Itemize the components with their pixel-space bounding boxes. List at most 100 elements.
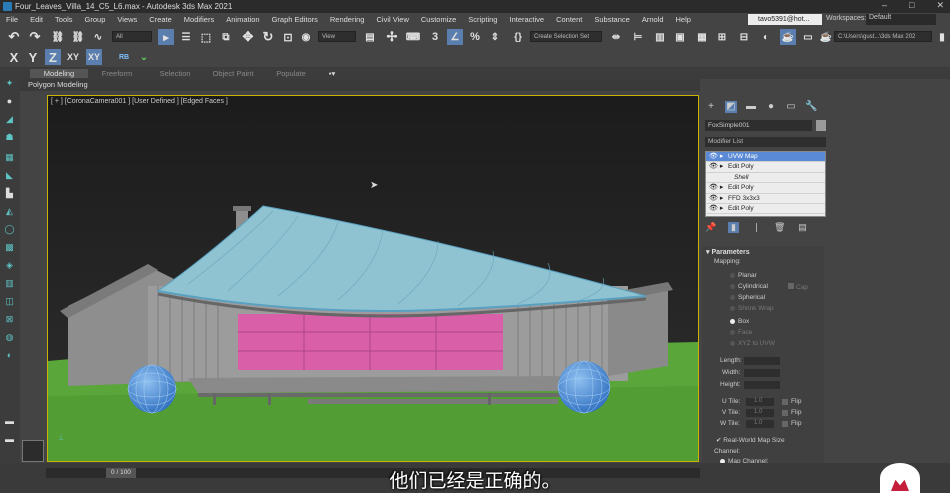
eye-icon[interactable]: 👁 ▸ bbox=[709, 194, 723, 204]
menu-content[interactable]: Content bbox=[550, 15, 588, 24]
project-path-field[interactable]: C:\Users\gust...\3ds Max 202 bbox=[834, 31, 932, 42]
show-end-result-icon[interactable]: ▮ bbox=[728, 222, 739, 233]
cap-checkbox[interactable]: Cap bbox=[788, 283, 808, 291]
keyboard-shortcut-icon[interactable]: ⌨ bbox=[405, 29, 421, 45]
link-icon[interactable]: ⛓ bbox=[50, 29, 66, 45]
toggle-ribbon-icon[interactable]: ▦ bbox=[694, 29, 710, 45]
scale-icon[interactable]: ⊡ bbox=[280, 29, 296, 45]
point-icon[interactable]: ● bbox=[4, 96, 15, 106]
render-setup-icon[interactable]: ☕ bbox=[780, 29, 796, 45]
real-world-map-size-checkbox[interactable]: ✔ Real-World Map Size bbox=[716, 436, 785, 444]
motion-tab-icon[interactable]: ● bbox=[765, 101, 777, 113]
grow-icon[interactable]: ▥ bbox=[4, 278, 15, 288]
close-button[interactable]: ✕ bbox=[936, 0, 944, 11]
curve-editor-icon[interactable]: ⊞ bbox=[714, 29, 730, 45]
workspace-dropdown[interactable]: Default bbox=[866, 14, 936, 25]
viewport[interactable]: [ + ] [CoronaCamera001 ] [User Defined ]… bbox=[47, 95, 699, 462]
relax-icon[interactable]: ◐ bbox=[4, 350, 15, 360]
paint-select-icon[interactable]: ◍ bbox=[4, 332, 15, 342]
stack-item-edit-poly[interactable]: 👁 ▸ Edit Poly bbox=[706, 204, 825, 215]
eye-icon[interactable]: 👁 ▸ bbox=[709, 204, 723, 214]
select-loop-icon[interactable]: ▩ bbox=[4, 242, 15, 252]
schematic-view-icon[interactable]: ⊟ bbox=[736, 29, 752, 45]
configure-modifier-sets-icon[interactable]: ▤ bbox=[797, 222, 808, 233]
length-spinner[interactable] bbox=[744, 357, 780, 365]
align-icon[interactable]: ⊨ bbox=[630, 29, 646, 45]
spinner-snap-icon[interactable]: ⇕ bbox=[487, 29, 503, 45]
window-crossing-icon[interactable]: ⧉ bbox=[218, 29, 234, 45]
radio-shrink-wrap[interactable]: Shrink Wrap bbox=[730, 305, 774, 312]
radio-face[interactable]: Face bbox=[730, 329, 752, 336]
grid-icon[interactable]: ▦ bbox=[4, 152, 15, 162]
reference-coordinate-dropdown[interactable]: View bbox=[318, 31, 356, 42]
shapes-icon[interactable]: ◢ bbox=[4, 114, 15, 124]
stack-item-edit-poly[interactable]: 👁 ▸ Edit Poly bbox=[706, 183, 825, 194]
rectangular-selection-icon[interactable]: ⬚ bbox=[198, 29, 214, 45]
project-folder-icon[interactable]: ▮ bbox=[934, 29, 950, 45]
lights-icon[interactable]: ☗ bbox=[4, 132, 15, 142]
menu-group[interactable]: Group bbox=[79, 15, 112, 24]
ribbon-options-icon[interactable]: ▪▾ bbox=[320, 69, 344, 78]
layer-explorer-icon[interactable]: ▣ bbox=[672, 29, 688, 45]
stack-item-uvw-map[interactable]: 👁 ▸ UVW Map bbox=[706, 152, 825, 163]
eye-icon[interactable]: 👁 ▸ bbox=[709, 183, 723, 193]
modify-tab-icon[interactable]: ◩ bbox=[725, 101, 737, 113]
menu-substance[interactable]: Substance bbox=[588, 15, 635, 24]
axis-x-button[interactable]: X bbox=[6, 49, 22, 65]
loop-icon[interactable]: ◯ bbox=[4, 224, 15, 234]
radio-xyz-to-uvw[interactable]: XYZ to UVW bbox=[730, 340, 775, 347]
rb-icon[interactable]: RB bbox=[116, 49, 132, 65]
menu-interactive[interactable]: Interactive bbox=[503, 15, 550, 24]
object-name-field[interactable]: FoxSimple001 bbox=[705, 120, 812, 131]
tab-selection[interactable]: Selection bbox=[146, 69, 204, 78]
select-object-icon[interactable]: ▸ bbox=[158, 29, 174, 45]
edit-named-selection-icon[interactable]: {} bbox=[510, 29, 526, 45]
uflip-checkbox[interactable] bbox=[782, 399, 788, 405]
render-icon[interactable]: ☕ bbox=[818, 29, 834, 45]
angle-snap-icon[interactable]: ∠ bbox=[447, 29, 463, 45]
menu-create[interactable]: Create bbox=[143, 15, 178, 24]
mirror-icon[interactable]: ⇹ bbox=[608, 29, 624, 45]
menu-edit[interactable]: Edit bbox=[24, 15, 49, 24]
undo-icon[interactable]: ↶ bbox=[6, 29, 22, 45]
bottom-tool-icon[interactable]: ▬ bbox=[4, 416, 15, 426]
create-icon[interactable]: ✦ bbox=[4, 78, 15, 88]
tab-freeform[interactable]: Freeform bbox=[88, 69, 146, 78]
tab-populate[interactable]: Populate bbox=[262, 69, 320, 78]
chevron-down-icon[interactable]: ⌄ bbox=[136, 49, 152, 65]
redo-icon[interactable]: ↷ bbox=[27, 29, 43, 45]
scene-explorer-icon[interactable]: ▥ bbox=[652, 29, 668, 45]
place-icon[interactable]: ◉ bbox=[298, 29, 314, 45]
width-spinner[interactable] bbox=[744, 369, 780, 377]
user-account[interactable]: tavo5391@hot... bbox=[748, 14, 822, 25]
stack-item-edit-poly[interactable]: 👁 ▸ Edit Poly bbox=[706, 162, 825, 173]
stack-item-ffd[interactable]: 👁 ▸ FFD 3x3x3 bbox=[706, 194, 825, 204]
radio-box[interactable]: Box bbox=[730, 318, 749, 325]
helpers-icon[interactable]: ◣ bbox=[4, 170, 15, 180]
rotate-icon[interactable]: ↻ bbox=[260, 29, 276, 45]
wtile-spinner[interactable]: 1.0 bbox=[746, 420, 774, 428]
axis-z-button[interactable]: Z bbox=[45, 49, 61, 65]
viewport-thumbnail[interactable] bbox=[22, 440, 44, 462]
shrink-icon[interactable]: ◫ bbox=[4, 296, 15, 306]
percent-snap-icon[interactable]: % bbox=[467, 29, 483, 45]
height-spinner[interactable] bbox=[744, 381, 780, 389]
utile-spinner[interactable]: 1.0 bbox=[746, 398, 774, 406]
spacewarp-icon[interactable]: ▙ bbox=[4, 188, 15, 198]
parameters-header[interactable]: ▾ Parameters bbox=[702, 246, 824, 258]
menu-animation[interactable]: Animation bbox=[220, 15, 265, 24]
stack-item-shell[interactable]: Shell bbox=[706, 173, 825, 184]
render-frame-icon[interactable]: ▭ bbox=[800, 29, 816, 45]
modifier-list-dropdown[interactable]: Modifier List bbox=[705, 137, 826, 147]
radio-planar[interactable]: Planar bbox=[730, 272, 757, 279]
menu-arnold[interactable]: Arnold bbox=[636, 15, 670, 24]
menu-help[interactable]: Help bbox=[670, 15, 697, 24]
menu-customize[interactable]: Customize bbox=[415, 15, 462, 24]
utilities-tab-icon[interactable]: 🔧 bbox=[805, 101, 817, 113]
bind-space-warp-icon[interactable]: ∿ bbox=[90, 29, 106, 45]
display-tab-icon[interactable]: ▭ bbox=[785, 101, 797, 113]
remove-modifier-icon[interactable]: 🗑 bbox=[774, 222, 785, 233]
menu-file[interactable]: File bbox=[0, 15, 24, 24]
named-selection-dropdown[interactable]: Create Selection Set bbox=[530, 31, 602, 42]
create-tab-icon[interactable]: + bbox=[705, 101, 717, 113]
